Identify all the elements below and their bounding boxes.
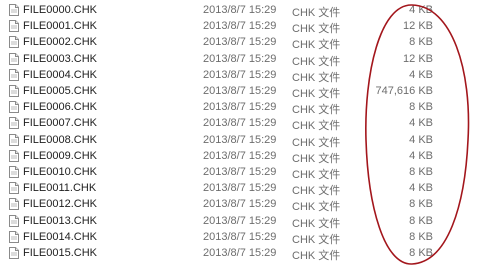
document-icon [9,133,19,146]
file-name: FILE0001.CHK [23,20,97,33]
document-icon [9,182,19,195]
file-name: FILE0003.CHK [23,52,97,65]
file-size: 8 KB [409,247,433,259]
file-size: 8 KB [409,101,433,114]
document-icon [9,230,19,243]
file-row[interactable]: FILE0001.CHK 2013/8/7 15:29 CHK 文件 12 KB [0,18,499,35]
file-name: FILE0010.CHK [23,166,97,178]
file-row[interactable]: FILE0006.CHK 2013/8/7 15:29 CHK 文件 8 KB [0,99,499,116]
file-modified-date: 2013/8/7 15:29 [203,20,277,33]
file-size: 8 KB [409,230,433,243]
file-size: 12 KB [403,20,433,33]
file-name: FILE0008.CHK [23,133,97,146]
file-modified-date: 2013/8/7 15:29 [203,214,277,227]
file-name: FILE0011.CHK [23,182,97,195]
file-row[interactable]: FILE0004.CHK 2013/8/7 15:29 CHK 文件 4 KB [0,67,499,84]
file-row[interactable]: FILE0013.CHK 2013/8/7 15:29 CHK 文件 8 KB [0,213,499,230]
file-modified-date: 2013/8/7 15:29 [203,166,277,178]
file-name: FILE0014.CHK [23,230,97,243]
file-size: 4 KB [409,149,433,162]
document-icon [9,166,19,178]
file-name: FILE0002.CHK [23,36,97,49]
document-icon [9,36,19,49]
file-row[interactable]: FILE0005.CHK 2013/8/7 15:29 CHK 文件 747,616 … [0,83,499,100]
file-modified-date: 2013/8/7 15:29 [203,68,277,81]
file-row[interactable]: FILE0014.CHK 2013/8/7 15:29 CHK 文件 8 KB [0,229,499,246]
file-name: FILE0006.CHK [23,101,97,114]
file-name: FILE0000.CHK [23,4,97,16]
document-icon [9,149,19,162]
file-name: FILE0007.CHK [23,117,97,130]
document-icon [9,68,19,81]
file-row[interactable]: FILE0007.CHK 2013/8/7 15:29 CHK 文件 4 KB [0,115,499,132]
document-icon [9,214,19,227]
file-size: 8 KB [409,214,433,227]
file-name: FILE0013.CHK [23,214,97,227]
file-row[interactable]: FILE0010.CHK 2013/8/7 15:29 CHK 文件 8 KB [0,164,499,181]
file-size: 4 KB [409,182,433,195]
document-icon [9,247,19,259]
file-modified-date: 2013/8/7 15:29 [203,247,277,259]
file-modified-date: 2013/8/7 15:29 [203,133,277,146]
document-icon [9,198,19,211]
file-name: FILE0012.CHK [23,198,97,211]
file-name: FILE0015.CHK [23,247,97,259]
document-icon [9,4,19,16]
file-modified-date: 2013/8/7 15:29 [203,198,277,211]
document-icon [9,85,19,97]
file-modified-date: 2013/8/7 15:29 [203,149,277,162]
file-row[interactable]: FILE0000.CHK 2013/8/7 15:29 CHK 文件 4 KB [0,2,499,19]
file-row[interactable]: FILE0012.CHK 2013/8/7 15:29 CHK 文件 8 KB [0,196,499,213]
file-name: FILE0004.CHK [23,68,97,81]
document-icon [9,52,19,65]
file-size: 12 KB [403,52,433,65]
document-icon [9,117,19,130]
file-modified-date: 2013/8/7 15:29 [203,182,277,195]
file-modified-date: 2013/8/7 15:29 [203,85,277,97]
file-name: FILE0005.CHK [23,85,97,97]
file-size: 8 KB [409,36,433,49]
file-row[interactable]: FILE0002.CHK 2013/8/7 15:29 CHK 文件 8 KB [0,34,499,51]
file-row[interactable]: FILE0011.CHK 2013/8/7 15:29 CHK 文件 4 KB [0,180,499,197]
file-modified-date: 2013/8/7 15:29 [203,101,277,114]
file-size: 4 KB [409,117,433,130]
file-size: 4 KB [409,133,433,146]
file-row[interactable]: FILE0009.CHK 2013/8/7 15:29 CHK 文件 4 KB [0,148,499,165]
document-icon [9,20,19,33]
file-size: 8 KB [409,166,433,178]
file-size: 8 KB [409,198,433,211]
file-size: 4 KB [409,4,433,16]
file-size: 747,616 KB [375,85,434,97]
file-size: 4 KB [409,68,433,81]
file-type: CHK 文件 [292,250,341,262]
file-modified-date: 2013/8/7 15:29 [203,36,277,49]
file-modified-date: 2013/8/7 15:29 [203,230,277,243]
file-row[interactable]: FILE0008.CHK 2013/8/7 15:29 CHK 文件 4 KB [0,132,499,149]
document-icon [9,101,19,114]
file-row[interactable]: FILE0015.CHK 2013/8/7 15:29 CHK 文件 8 KB [0,245,499,262]
file-modified-date: 2013/8/7 15:29 [203,4,277,16]
file-modified-date: 2013/8/7 15:29 [203,52,277,65]
file-modified-date: 2013/8/7 15:29 [203,117,277,130]
file-row[interactable]: FILE0003.CHK 2013/8/7 15:29 CHK 文件 12 KB [0,51,499,68]
file-name: FILE0009.CHK [23,149,97,162]
